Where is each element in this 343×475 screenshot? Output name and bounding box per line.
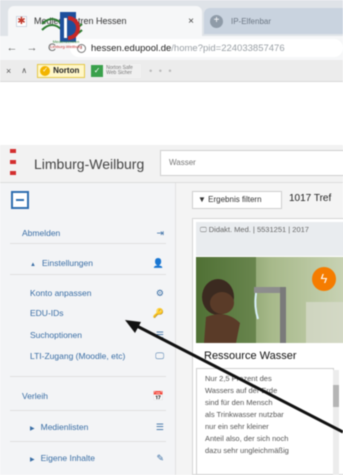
sidebar-item-eigene-inhalte[interactable]: ▶ Eigene Inhalte ✎ bbox=[0, 447, 174, 469]
user-icon: 👤 bbox=[152, 257, 164, 268]
caret-up-icon: ▲ bbox=[30, 262, 36, 268]
sidebar-item-medienlisten[interactable]: ▶ Medienlisten ☰ bbox=[0, 416, 174, 438]
monitor-icon: 🖵 bbox=[155, 350, 164, 361]
filter-icon: ▼ bbox=[198, 195, 206, 204]
region-name: Limburg-Weilburg bbox=[34, 156, 145, 172]
lightning-badge-icon: ϟ bbox=[312, 267, 336, 291]
plus-icon: + bbox=[210, 14, 223, 28]
sidebar-item-label: Suchoptionen bbox=[30, 330, 82, 340]
tab-second[interactable]: + IP-Elfenbar bbox=[204, 8, 343, 34]
site-favicon-icon: ✱ bbox=[16, 15, 27, 27]
divider bbox=[10, 410, 166, 411]
menu-marks-icon[interactable] bbox=[10, 149, 18, 179]
list-icon: ☰ bbox=[155, 421, 164, 432]
logout-icon: ⇥ bbox=[156, 227, 164, 238]
tab-title-second: IP-Elfenbar bbox=[231, 16, 272, 26]
safe-check-icon: ✓ bbox=[91, 64, 104, 77]
logo-text: Medienzentren Limburg-Weilburg bbox=[50, 39, 82, 49]
search-input[interactable]: Wasser bbox=[160, 150, 343, 176]
card-meta: 🖵 Didakt. Med. | 5531251 | 2017 bbox=[196, 222, 343, 256]
sidebar-item-label: Abmelden bbox=[22, 228, 61, 238]
divider bbox=[10, 274, 166, 275]
caret-right-icon: ▶ bbox=[30, 457, 35, 463]
monitor-icon: 🖵 bbox=[200, 227, 207, 234]
sidebar-item-abmelden[interactable]: Abmelden ⇥ bbox=[0, 222, 174, 244]
sidebar-item-suchoptionen[interactable]: Suchoptionen ☰ bbox=[0, 324, 174, 346]
card-meta-text: Didakt. Med. | 5531251 | 2017 bbox=[208, 225, 309, 234]
collapse-sidebar-button[interactable] bbox=[11, 191, 29, 209]
caret-right-icon: ▶ bbox=[30, 426, 35, 432]
url-input[interactable]: i hessen.edupool.de /home?pid=2240338574… bbox=[70, 39, 343, 57]
close-tab-icon[interactable]: × bbox=[188, 16, 194, 27]
safe-web-label: Norton Safe Web Sicher bbox=[106, 64, 133, 76]
sidebar-item-label: Konto anpassen bbox=[30, 288, 92, 298]
key-icon: 🔑 bbox=[152, 307, 164, 318]
extension-bar: × ∧ ✓ Norton ✓ Norton Safe Web Sicher • … bbox=[0, 60, 343, 82]
sidebar-item-einstellungen[interactable]: ▲ Einstellungen 👤 bbox=[0, 252, 174, 274]
list-icon: ☰ bbox=[155, 329, 164, 340]
sidebar-item-label: ▶ Eigene Inhalte bbox=[30, 453, 95, 463]
sidebar-item-label: Verleih bbox=[22, 391, 48, 401]
filter-label: Ergebnis filtern bbox=[208, 195, 262, 204]
scrollbar-thumb[interactable] bbox=[333, 385, 339, 407]
divider bbox=[10, 243, 166, 244]
gear-icon: ⚙ bbox=[155, 287, 164, 298]
url-path: /home?pid=224033857476 bbox=[171, 42, 285, 54]
url-host: hessen.edupool.de bbox=[91, 42, 172, 54]
card-description: Nur 2,5 Prozent des Wassers auf der Erde… bbox=[196, 368, 334, 475]
filter-results-button[interactable]: ▼ Ergebnis filtern bbox=[192, 191, 282, 209]
edit-icon: ✎ bbox=[156, 452, 164, 463]
sidebar-item-konto[interactable]: Konto anpassen ⚙ bbox=[0, 282, 174, 304]
chevron-up-icon[interactable]: ∧ bbox=[21, 66, 27, 75]
sidebar-item-verleih[interactable]: Verleih 📅 bbox=[0, 385, 174, 407]
safe-web-button[interactable]: ✓ Norton Safe Web Sicher bbox=[91, 63, 142, 78]
sidebar-item-label: LTI-Zugang (Moodle, etc) bbox=[30, 351, 126, 361]
site-header bbox=[0, 82, 343, 145]
back-button[interactable]: ← bbox=[4, 42, 20, 54]
sidebar-item-lti[interactable]: LTI-Zugang (Moodle, etc) 🖵 bbox=[0, 345, 174, 367]
close-icon[interactable]: × bbox=[6, 66, 11, 76]
norton-label: Norton bbox=[53, 66, 80, 75]
sidebar-item-label: EDU-IDs bbox=[30, 308, 64, 318]
divider bbox=[10, 441, 166, 442]
medienzentren-logo-icon[interactable] bbox=[38, 10, 96, 58]
calendar-icon: 📅 bbox=[152, 390, 164, 401]
norton-button[interactable]: ✓ Norton bbox=[37, 63, 86, 78]
more-extensions-icon[interactable]: • • • bbox=[149, 66, 173, 76]
sidebar-item-label: ▶ Medienlisten bbox=[30, 422, 89, 432]
hit-count: 1017 Tref bbox=[289, 193, 332, 204]
sidebar-item-edu-ids[interactable]: EDU-IDs 🔑 bbox=[0, 302, 174, 324]
card-title[interactable]: Ressource Wasser bbox=[204, 350, 297, 362]
sidebar-item-label: ▲ Einstellungen bbox=[30, 258, 93, 268]
divider bbox=[10, 376, 166, 377]
norton-check-icon: ✓ bbox=[40, 65, 51, 76]
